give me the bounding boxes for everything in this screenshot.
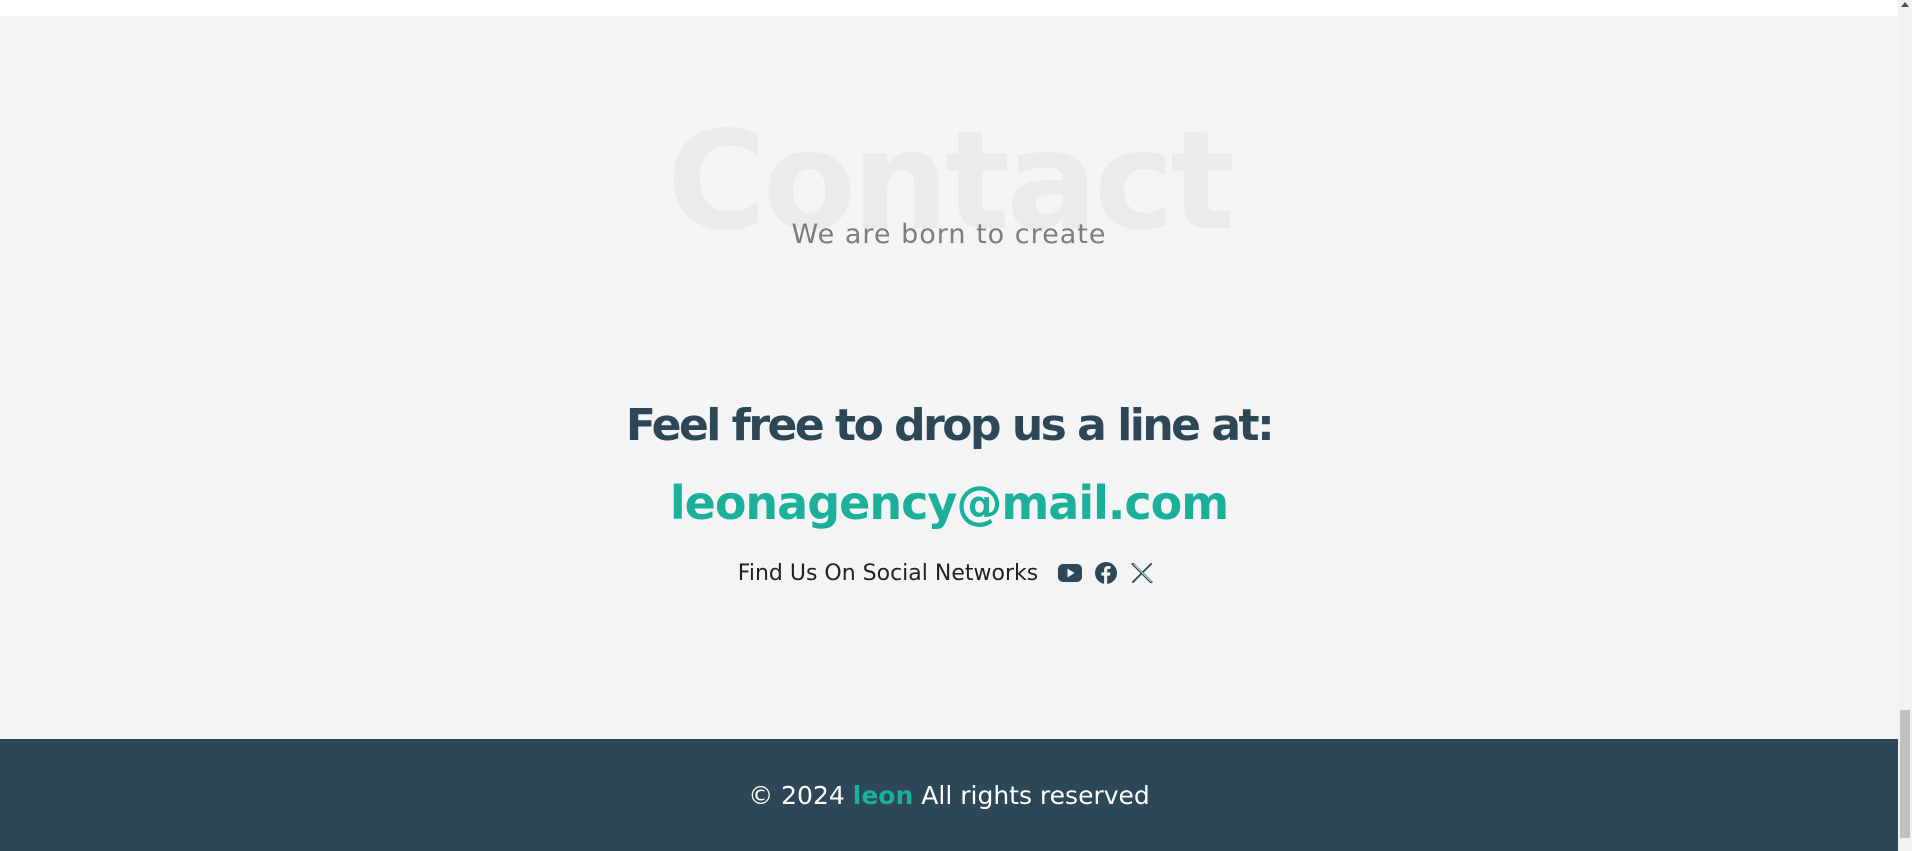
facebook-icon[interactable] [1093,560,1119,586]
footer-copyright: © 2024 [748,780,845,810]
x-icon[interactable] [1129,560,1155,586]
footer-brand: leon [852,780,914,810]
site-footer: © 2024 leon All rights reserved [0,739,1898,851]
contact-email-link[interactable]: leonagency@mail.com [0,476,1898,530]
footer-rights: All rights reserved [921,780,1150,810]
scrollbar-thumb[interactable] [1900,710,1910,838]
youtube-icon[interactable] [1057,560,1083,586]
contact-section: Contact We are born to create Feel free … [0,16,1898,739]
contact-heading: Feel free to drop us a line at: [625,400,1275,451]
page-scrollbar[interactable] [1898,0,1912,851]
social-label: Find Us On Social Networks [737,560,1039,586]
top-strip [0,0,1898,16]
social-networks: Find Us On Social Networks [0,556,1898,590]
scroll-up-arrow-icon[interactable] [1901,2,1909,7]
contact-subtitle: We are born to create [791,219,1107,250]
